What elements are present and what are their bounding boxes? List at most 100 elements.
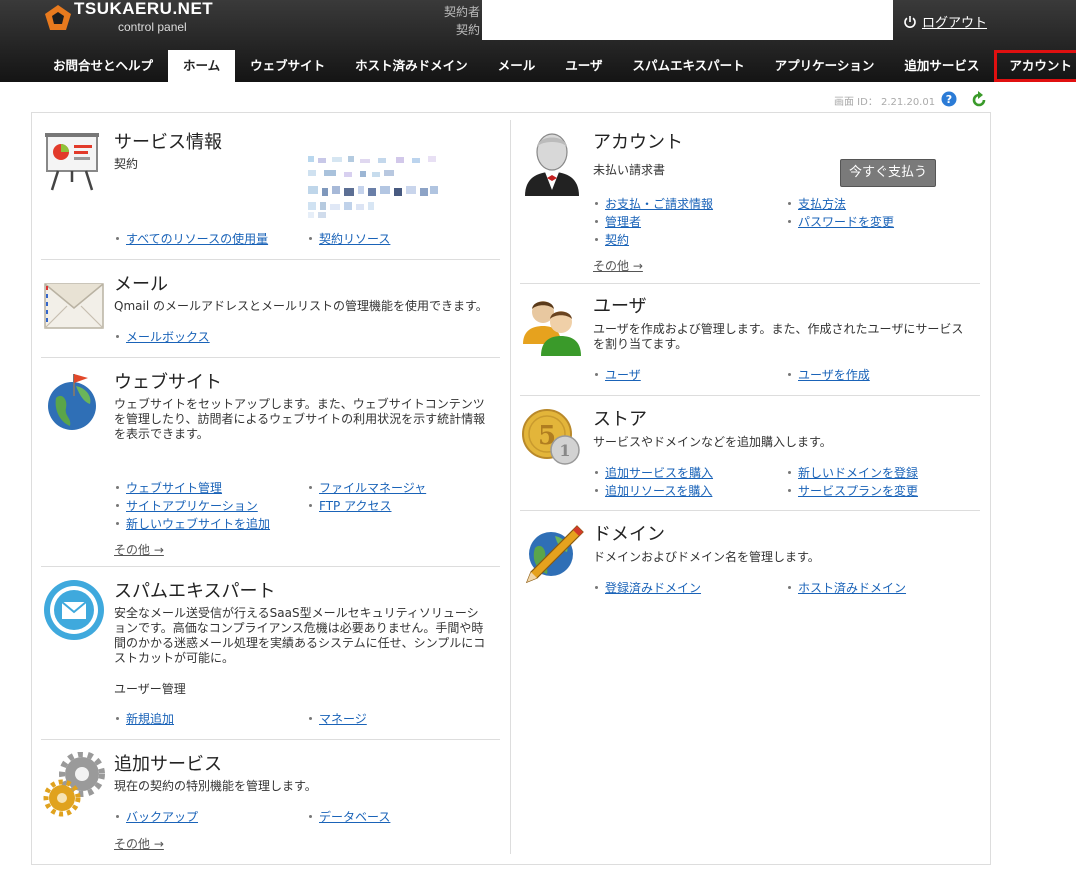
- website-more-link[interactable]: その他 →: [114, 541, 164, 558]
- power-icon: [904, 15, 916, 28]
- service-info-title: サービス情報: [114, 132, 222, 153]
- link-database[interactable]: データベース: [309, 808, 390, 825]
- spam-expert-description: 安全なメール送受信が行えるSaaS型メールセキュリティソリューションです。高価な…: [114, 606, 486, 665]
- presentation-board-icon: [45, 133, 99, 191]
- logout-button[interactable]: ログアウト: [903, 12, 987, 31]
- unpaid-invoices-label: 未払い請求書: [593, 163, 666, 177]
- svg-text:1: 1: [559, 441, 570, 460]
- tab-mail[interactable]: メール: [483, 50, 551, 82]
- link-add-website[interactable]: 新しいウェブサイトを追加: [116, 515, 270, 532]
- section-divider: [520, 510, 980, 511]
- link-users[interactable]: ユーザ: [595, 366, 641, 383]
- link-billing-info[interactable]: お支払・ご請求情報: [595, 195, 713, 212]
- globe-pencil-icon: [525, 525, 584, 584]
- link-text[interactable]: ホスト済みドメイン: [798, 579, 906, 596]
- link-text[interactable]: パスワードを変更: [798, 213, 894, 230]
- link-text[interactable]: 追加リソースを購入: [605, 482, 712, 499]
- svg-text:?: ?: [946, 93, 952, 106]
- link-register-domain[interactable]: 新しいドメインを登録: [788, 464, 918, 481]
- link-text[interactable]: FTP アクセス: [319, 497, 391, 514]
- link-text[interactable]: メールボックス: [126, 328, 210, 345]
- pay-now-button[interactable]: 今すぐ支払う: [840, 159, 936, 187]
- link-hosted-domains[interactable]: ホスト済みドメイン: [788, 579, 906, 596]
- link-text[interactable]: 登録済みドメイン: [605, 579, 701, 596]
- link-text[interactable]: サービスプランを変更: [798, 482, 918, 499]
- tab-applications[interactable]: アプリケーション: [760, 50, 890, 82]
- link-text[interactable]: お支払・ご請求情報: [605, 195, 713, 212]
- tab-hosted-domains[interactable]: ホスト済みドメイン: [340, 50, 483, 82]
- store-description: サービスやドメインなどを追加購入します。: [593, 435, 832, 449]
- link-change-password[interactable]: パスワードを変更: [788, 213, 894, 230]
- help-icon[interactable]: ?: [941, 91, 957, 107]
- link-buy-resources[interactable]: 追加リソースを購入: [595, 482, 712, 499]
- link-file-manager[interactable]: ファイルマネージャ: [309, 479, 426, 496]
- link-site-applications[interactable]: サイトアプリケーション: [116, 497, 258, 514]
- spam-shield-icon: [44, 580, 104, 640]
- tab-spam-expert[interactable]: スパムエキスパート: [617, 50, 759, 82]
- tab-account[interactable]: アカウント: [994, 50, 1076, 82]
- link-create-user[interactable]: ユーザを作成: [788, 366, 870, 383]
- contract-info-box: [482, 0, 893, 40]
- link-buy-addons[interactable]: 追加サービスを購入: [595, 464, 713, 481]
- link-text[interactable]: すべてのリソースの使用量: [126, 230, 268, 247]
- link-mailboxes[interactable]: メールボックス: [116, 328, 210, 345]
- contract-holder-label: 契約者: [443, 5, 480, 19]
- link-contract-resources[interactable]: 契約リソース: [309, 230, 390, 247]
- link-ftp-access[interactable]: FTP アクセス: [309, 497, 391, 514]
- link-administrator[interactable]: 管理者: [595, 213, 641, 230]
- users-description: ユーザを作成および管理します。また、作成されたユーザにサービスを割り当てます。: [593, 322, 964, 351]
- addons-description: 現在の契約の特別機能を管理します。: [114, 779, 317, 793]
- domains-title: ドメイン: [593, 524, 665, 545]
- logo-mark-icon: [45, 5, 71, 30]
- link-change-plan[interactable]: サービスプランを変更: [788, 482, 918, 499]
- link-registered-domains[interactable]: 登録済みドメイン: [595, 579, 701, 596]
- logo-text: TSUKAERU.NET: [74, 0, 214, 18]
- top-bar: TSUKAERU.NET control panel 契約者 契約 ログアウト …: [0, 0, 1076, 82]
- link-text[interactable]: データベース: [319, 808, 390, 825]
- link-text[interactable]: 契約リソース: [319, 230, 390, 247]
- gears-icon: [43, 752, 105, 817]
- link-backup[interactable]: バックアップ: [116, 808, 198, 825]
- link-text[interactable]: 契約: [605, 231, 629, 248]
- link-text[interactable]: ユーザを作成: [798, 366, 870, 383]
- link-text[interactable]: 管理者: [605, 213, 641, 230]
- contract-label: 契約: [455, 23, 480, 37]
- link-text[interactable]: サイトアプリケーション: [126, 497, 258, 514]
- link-text[interactable]: ウェブサイト管理: [126, 479, 222, 496]
- link-text[interactable]: ファイルマネージャ: [319, 479, 426, 496]
- link-payment-method[interactable]: 支払方法: [788, 195, 846, 212]
- link-text[interactable]: 支払方法: [798, 195, 846, 212]
- tab-home[interactable]: ホーム: [168, 50, 236, 82]
- column-divider: [510, 120, 511, 854]
- link-text[interactable]: 新規追加: [126, 710, 174, 727]
- contract-labels: 契約者 契約: [436, 3, 480, 39]
- account-title: アカウント: [593, 132, 683, 153]
- main-nav: お問合せとヘルプ ホーム ウェブサイト ホスト済みドメイン メール ユーザ スパ…: [38, 50, 1076, 82]
- link-all-resource-usage[interactable]: すべてのリソースの使用量: [116, 230, 268, 247]
- link-text[interactable]: 追加サービスを購入: [605, 464, 713, 481]
- logo[interactable]: TSUKAERU.NET control panel: [44, 0, 214, 40]
- contract-label: 契約: [114, 157, 139, 171]
- section-divider: [41, 739, 500, 740]
- link-add-new[interactable]: 新規追加: [116, 710, 174, 727]
- link-text[interactable]: マネージ: [319, 710, 367, 727]
- globe-flag-icon: [48, 374, 96, 430]
- section-divider: [520, 395, 980, 396]
- link-text[interactable]: 新しいドメインを登録: [798, 464, 918, 481]
- link-text[interactable]: バックアップ: [126, 808, 198, 825]
- spam-expert-title: スパムエキスパート: [114, 581, 276, 602]
- redacted-contract-info: [308, 156, 438, 218]
- link-text[interactable]: 新しいウェブサイトを追加: [126, 515, 270, 532]
- link-text[interactable]: ユーザ: [605, 366, 641, 383]
- tab-websites[interactable]: ウェブサイト: [235, 50, 340, 82]
- tab-users[interactable]: ユーザ: [550, 50, 617, 82]
- link-website-management[interactable]: ウェブサイト管理: [116, 479, 222, 496]
- link-contract[interactable]: 契約: [595, 231, 629, 248]
- addons-more-link[interactable]: その他 →: [114, 835, 164, 852]
- tab-help[interactable]: お問合せとヘルプ: [38, 50, 168, 82]
- account-more-link[interactable]: その他 →: [593, 257, 643, 274]
- refresh-icon[interactable]: [970, 91, 988, 109]
- screen-id: 画面 ID： 2.21.20.01: [834, 97, 936, 108]
- tab-addons[interactable]: 追加サービス: [889, 50, 994, 82]
- link-manage[interactable]: マネージ: [309, 710, 367, 727]
